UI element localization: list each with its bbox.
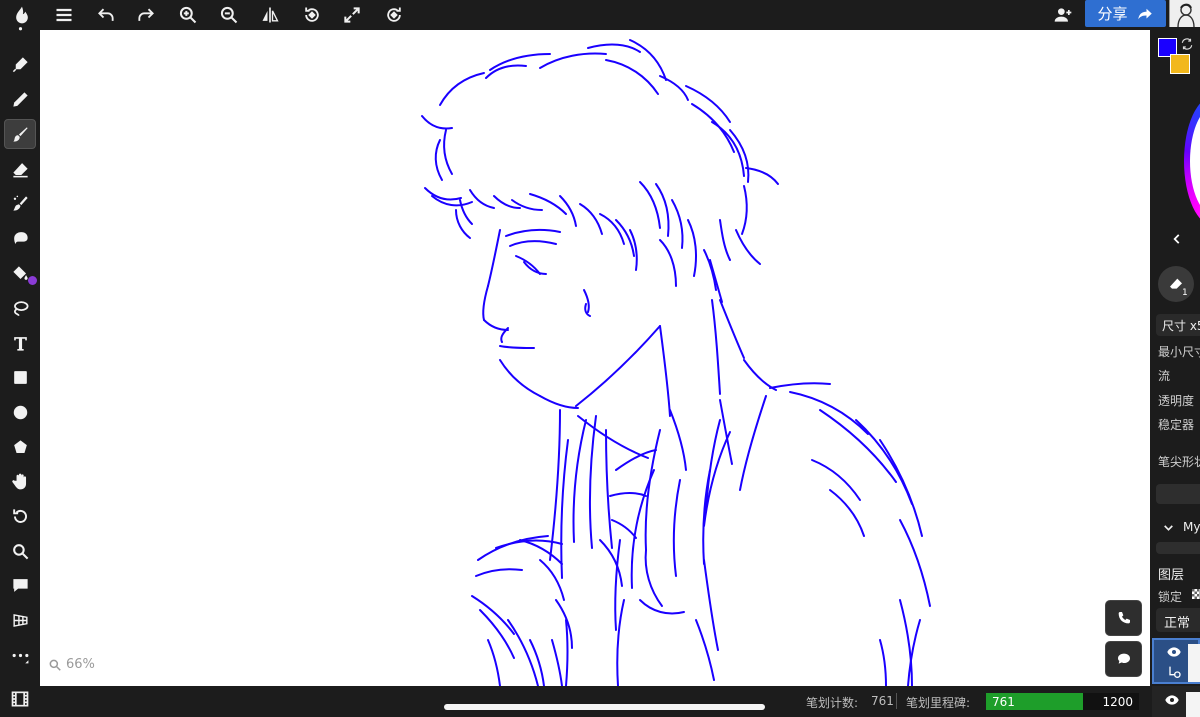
layers-label: 图层 [1158,568,1185,583]
brush-set-toggle[interactable]: My [1162,520,1200,534]
tip-shape-label: 笔尖形状 [1158,455,1200,469]
circle-icon[interactable] [4,397,36,427]
stroke-count-value: 761 [871,694,894,708]
top-toolbar: 分享 [0,0,1200,30]
tip-shape-selector[interactable] [1156,484,1200,504]
opacity-label: 透明度 [1158,394,1195,408]
menu-icon[interactable] [46,0,82,30]
timelapse-film-icon[interactable] [10,689,30,709]
zoom-in-icon[interactable] [170,0,206,30]
status-divider [896,693,897,709]
min-size-label: 最小尺寸 [1158,345,1200,359]
layer-thumbnail [1186,692,1200,717]
stabilizer-label: 稳定器 [1158,418,1195,432]
milestone-progress-max: 1200 [1102,695,1133,709]
avatar[interactable] [1169,0,1200,27]
blend-brush-icon[interactable] [4,223,36,253]
layer-link-icon[interactable] [1166,664,1182,680]
flip-horizontal-icon[interactable] [252,0,288,30]
swap-colors-icon[interactable] [1180,37,1194,51]
perspective-icon[interactable] [4,605,36,635]
rotate-right-icon[interactable] [376,0,412,30]
add-user-icon[interactable] [1045,0,1081,30]
rectangle-icon[interactable] [4,362,36,392]
share-button[interactable]: 分享 [1085,0,1166,27]
brush-set-list[interactable] [1156,542,1200,554]
left-toolbar [0,26,40,717]
brush-set-label: My [1183,520,1200,534]
zoom-magnifier-icon [49,659,61,671]
chat-button[interactable] [1105,641,1142,677]
layer-item[interactable] [1152,686,1200,717]
brush-icon[interactable] [4,119,36,149]
eye-icon[interactable] [1166,644,1182,660]
lock-label: 锁定 [1158,590,1183,604]
chevron-down-icon [1164,524,1173,531]
rotate-canvas-icon[interactable] [4,501,36,531]
eraser-icon[interactable] [4,154,36,184]
lasso-icon[interactable] [4,293,36,323]
flow-label: 流 [1158,369,1171,383]
status-bar: 笔划计数: 761 笔划里程碑: 761 1200 [40,686,1150,717]
smudge-icon[interactable] [4,188,36,218]
drawing-canvas[interactable] [40,30,1150,686]
text-tool-icon[interactable] [4,328,36,358]
undo-icon[interactable] [88,0,124,30]
more-tools-top-icon[interactable] [4,26,36,40]
share-button-label: 分享 [1097,5,1128,23]
share-arrow-icon [1137,8,1152,19]
layer-thumbnail [1188,644,1200,682]
pencil-icon[interactable] [4,84,36,114]
sketch-drawing [421,39,931,686]
milestone-progress-value: 761 [992,695,1015,709]
fill-bucket-icon[interactable] [4,258,36,288]
current-brush-button[interactable] [1158,266,1194,302]
lock-transparency-toggle[interactable] [1192,589,1200,599]
brush-number-badge: 1 [1182,288,1188,298]
home-indicator[interactable] [444,704,765,710]
chevron-left-icon[interactable] [1170,232,1184,246]
polygon-icon[interactable] [4,432,36,462]
background-color-swatch[interactable] [1170,54,1190,74]
zoom-out-icon[interactable] [211,0,247,30]
call-button[interactable] [1105,600,1142,636]
layer-item-active[interactable] [1152,638,1200,684]
chat-bubble-icon [1117,653,1130,664]
stroke-count-label: 笔划计数: [806,696,859,710]
phone-icon [1118,612,1130,624]
rotate-left-icon[interactable] [294,0,330,30]
more-tools-icon[interactable] [4,640,36,670]
right-panel: 1 尺寸 x5 最小尺寸 流 透明度 稳定器 笔尖形状 My 图层 锁定 正常 [1150,30,1200,717]
milestone-progress-bar: 761 1200 [986,693,1139,710]
fullscreen-icon[interactable] [334,0,370,30]
eye-icon[interactable] [1164,692,1180,708]
search-icon[interactable] [4,536,36,566]
blend-mode-select[interactable]: 正常 [1156,608,1200,632]
milestone-label: 笔划里程碑: [906,696,971,710]
hand-icon[interactable] [4,466,36,496]
comment-icon[interactable] [4,570,36,600]
size-field[interactable]: 尺寸 x5 [1156,314,1200,336]
pen-icon[interactable] [4,49,36,79]
zoom-value: 66% [66,657,95,672]
redo-icon[interactable] [128,0,164,30]
drawing-app: 分享 66% 1 尺寸 x 最小尺 流 透明度 稳定器 笔尖形 My 图层 锁定… [0,0,1200,717]
zoom-indicator[interactable]: 66% [48,657,95,672]
